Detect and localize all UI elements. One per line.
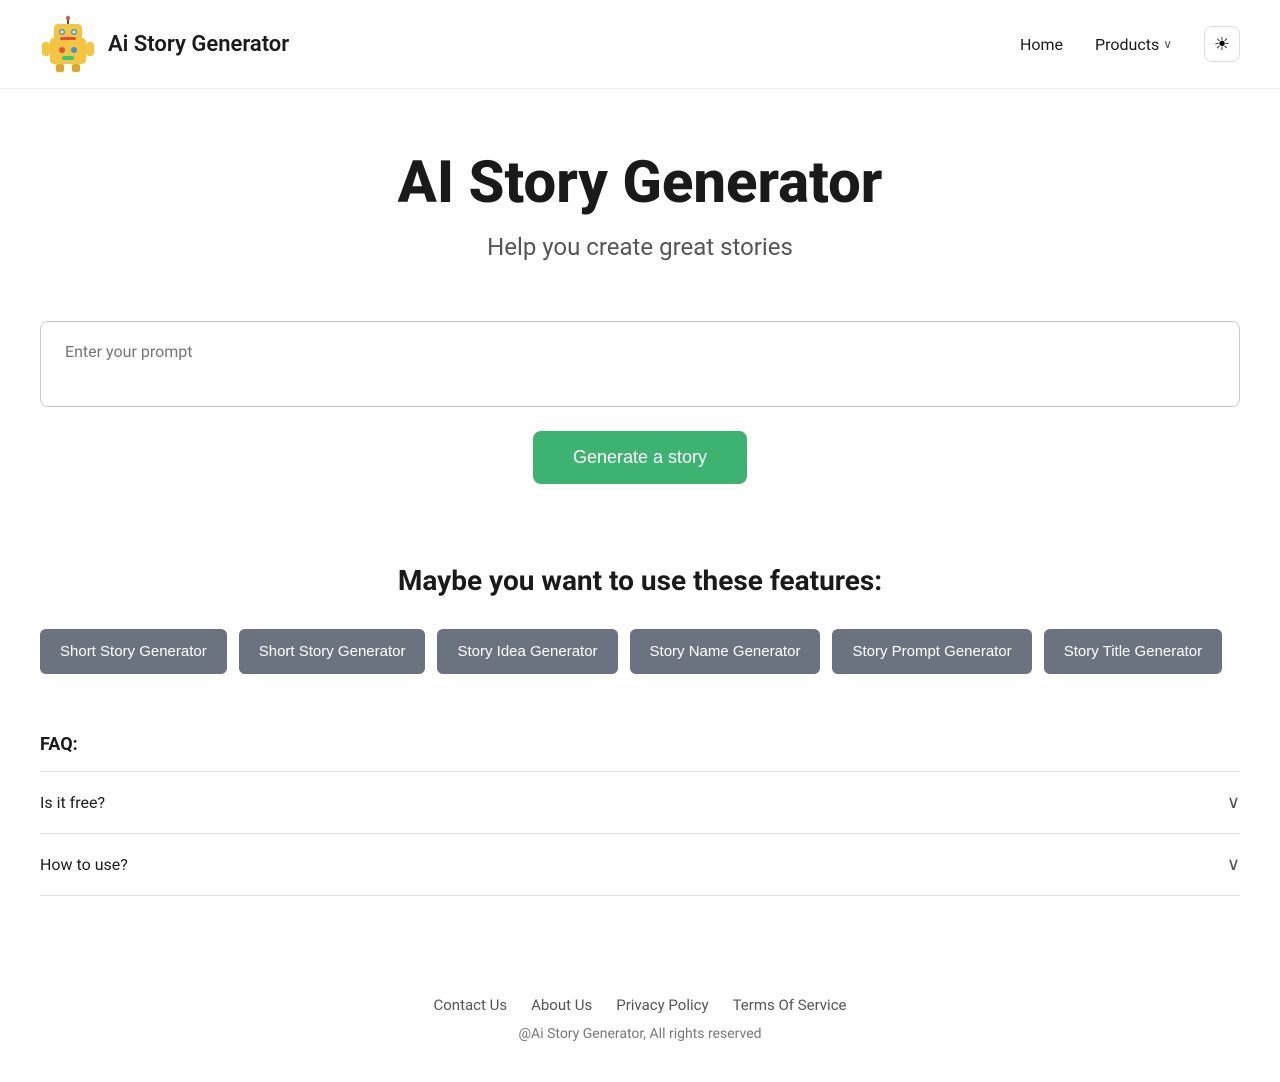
faq-question: How to use? (40, 855, 128, 874)
logo[interactable]: Ai Story Generator (40, 16, 289, 72)
features-tags: Short Story Generator Short Story Generat… (40, 629, 1240, 674)
chevron-down-icon: ∨ (1163, 37, 1172, 51)
faq-item[interactable]: Is it free? ∨ (40, 771, 1240, 833)
feature-tag[interactable]: Short Story Generator (40, 629, 227, 674)
logo-text: Ai Story Generator (108, 32, 289, 57)
footer-link[interactable]: Privacy Policy (616, 996, 708, 1014)
chevron-down-icon: ∨ (1227, 792, 1240, 813)
feature-tag[interactable]: Story Idea Generator (437, 629, 617, 674)
footer: Contact Us About Us Privacy Policy Terms Of… (0, 936, 1280, 1082)
features-section: Maybe you want to use these features: Sh… (40, 564, 1240, 734)
features-title: Maybe you want to use these features: (40, 564, 1240, 597)
feature-tag[interactable]: Story Title Generator (1044, 629, 1222, 674)
feature-tag[interactable]: Story Name Generator (630, 629, 821, 674)
faq-label: FAQ: (40, 734, 1240, 755)
nav-products[interactable]: Products ∨ (1095, 35, 1172, 54)
footer-link[interactable]: Contact Us (433, 996, 507, 1014)
feature-tag[interactable]: Story Prompt Generator (832, 629, 1031, 674)
chevron-down-icon: ∨ (1227, 854, 1240, 875)
theme-toggle-button[interactable]: ☀ (1204, 26, 1240, 62)
main-nav: Home Products ∨ ☀ (1020, 26, 1240, 62)
footer-link[interactable]: Terms Of Service (733, 996, 847, 1014)
prompt-container (40, 321, 1240, 407)
feature-tag[interactable]: Short Story Generator (239, 629, 426, 674)
generate-button[interactable]: Generate a story (533, 431, 747, 484)
footer-link[interactable]: About Us (531, 996, 592, 1014)
page-title: AI Story Generator (398, 149, 883, 217)
footer-links: Contact Us About Us Privacy Policy Terms Of… (40, 996, 1240, 1014)
faq-section: FAQ: Is it free? ∨ How to use? ∨ (40, 734, 1240, 896)
logo-icon (40, 16, 96, 72)
faq-question: Is it free? (40, 793, 105, 812)
nav-products-label: Products (1095, 35, 1159, 54)
hero-subtitle: Help you create great stories (487, 233, 793, 261)
faq-item[interactable]: How to use? ∨ (40, 833, 1240, 896)
nav-home[interactable]: Home (1020, 35, 1063, 54)
footer-copyright: @Ai Story Generator, All rights reserved (40, 1026, 1240, 1042)
sun-icon: ☀ (1214, 34, 1230, 55)
prompt-input[interactable] (65, 342, 1215, 382)
